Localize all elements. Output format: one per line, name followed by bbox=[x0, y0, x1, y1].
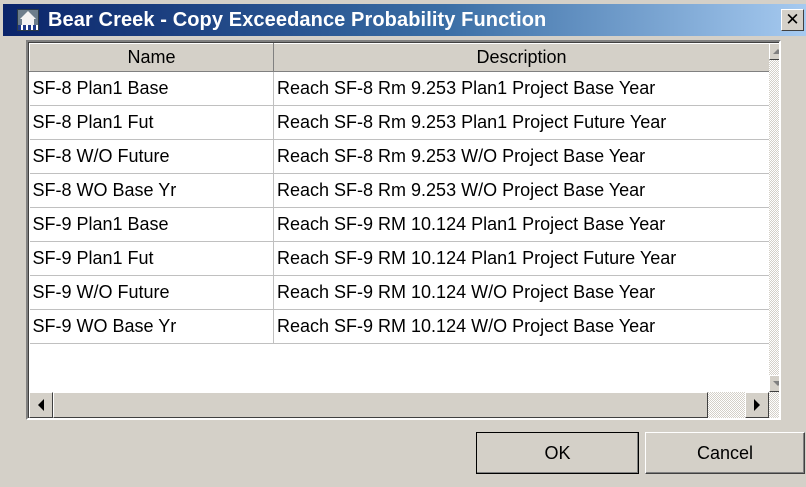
table-row[interactable]: SF-8 W/O Future Reach SF-8 Rm 9.253 W/O … bbox=[29, 139, 770, 174]
table-row[interactable]: SF-9 Plan1 Base Reach SF-9 RM 10.124 Pla… bbox=[29, 207, 770, 242]
table-row[interactable]: SF-8 WO Base Yr Reach SF-8 Rm 9.253 W/O … bbox=[29, 173, 770, 208]
column-header-name[interactable]: Name bbox=[29, 43, 274, 72]
row-description-cell[interactable]: Reach SF-8 Rm 9.253 Plan1 Project Base Y… bbox=[273, 71, 770, 106]
row-description-cell[interactable]: Reach SF-9 RM 10.124 W/O Project Base Ye… bbox=[273, 309, 770, 344]
scroll-down-button[interactable] bbox=[769, 375, 779, 392]
row-description-cell[interactable]: Reach SF-9 RM 10.124 W/O Project Base Ye… bbox=[273, 275, 770, 310]
row-name-cell[interactable]: SF-9 Plan1 Base bbox=[29, 207, 274, 242]
row-description-cell[interactable]: Reach SF-9 RM 10.124 Plan1 Project Base … bbox=[273, 207, 770, 242]
scroll-up-button[interactable] bbox=[769, 43, 779, 60]
ok-button[interactable]: OK bbox=[476, 432, 639, 474]
arrow-left-icon bbox=[38, 399, 44, 411]
title-bar[interactable]: Bear Creek - Copy Exceedance Probability… bbox=[3, 4, 806, 36]
copy-exceedance-dialog: Bear Creek - Copy Exceedance Probability… bbox=[0, 0, 806, 487]
row-name-cell[interactable]: SF-9 W/O Future bbox=[29, 275, 274, 310]
row-name-cell[interactable]: SF-8 Plan1 Fut bbox=[29, 105, 274, 140]
app-icon bbox=[17, 9, 39, 31]
row-description-cell[interactable]: Reach SF-8 Rm 9.253 W/O Project Base Yea… bbox=[273, 173, 770, 208]
vertical-scrollbar[interactable] bbox=[769, 43, 779, 392]
row-name-cell[interactable]: SF-8 WO Base Yr bbox=[29, 173, 274, 208]
row-name-cell[interactable]: SF-9 WO Base Yr bbox=[29, 309, 274, 344]
horizontal-scrollbar[interactable] bbox=[29, 392, 769, 418]
close-icon[interactable]: ✕ bbox=[781, 9, 804, 31]
horizontal-scroll-thumb[interactable] bbox=[53, 392, 708, 418]
scrollbar-corner bbox=[769, 392, 779, 418]
function-table: Name Description SF-8 Plan1 Base Reach S… bbox=[26, 40, 781, 420]
function-grid: Name Description SF-8 Plan1 Base Reach S… bbox=[29, 43, 770, 344]
table-row[interactable]: SF-9 Plan1 Fut Reach SF-9 RM 10.124 Plan… bbox=[29, 241, 770, 276]
table-row[interactable]: SF-8 Plan1 Base Reach SF-8 Rm 9.253 Plan… bbox=[29, 71, 770, 106]
cancel-button[interactable]: Cancel bbox=[645, 432, 805, 474]
row-name-cell[interactable]: SF-9 Plan1 Fut bbox=[29, 241, 274, 276]
row-description-cell[interactable]: Reach SF-8 Rm 9.253 Plan1 Project Future… bbox=[273, 105, 770, 140]
table-row[interactable]: SF-8 Plan1 Fut Reach SF-8 Rm 9.253 Plan1… bbox=[29, 105, 770, 140]
row-name-cell[interactable]: SF-8 W/O Future bbox=[29, 139, 274, 174]
window-title: Bear Creek - Copy Exceedance Probability… bbox=[48, 8, 547, 31]
arrow-down-icon bbox=[772, 381, 779, 386]
scroll-left-button[interactable] bbox=[29, 392, 53, 418]
row-description-cell[interactable]: Reach SF-8 Rm 9.253 W/O Project Base Yea… bbox=[273, 139, 770, 174]
table-row[interactable]: SF-9 W/O Future Reach SF-9 RM 10.124 W/O… bbox=[29, 275, 770, 310]
row-description-cell[interactable]: Reach SF-9 RM 10.124 Plan1 Project Futur… bbox=[273, 241, 770, 276]
arrow-right-icon bbox=[754, 399, 760, 411]
scroll-right-button[interactable] bbox=[745, 392, 769, 418]
row-name-cell[interactable]: SF-8 Plan1 Base bbox=[29, 71, 274, 106]
arrow-up-icon bbox=[772, 49, 779, 54]
column-header-description[interactable]: Description bbox=[273, 43, 770, 72]
table-row[interactable]: SF-9 WO Base Yr Reach SF-9 RM 10.124 W/O… bbox=[29, 309, 770, 344]
